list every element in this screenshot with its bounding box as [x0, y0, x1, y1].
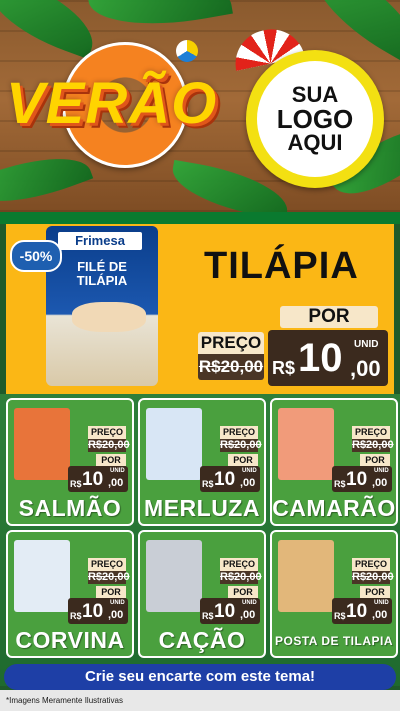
product-name: MERLUZA	[144, 495, 260, 521]
logo-line-3: AQUI	[287, 130, 343, 155]
product-image	[146, 408, 202, 480]
product-image	[14, 408, 70, 480]
product-card-salmao[interactable]: PREÇO R$20,00 POR R$ 10 ,00 UNID SALMÃO	[6, 398, 134, 526]
currency: R$	[334, 611, 346, 621]
price-decimal: ,00	[108, 609, 124, 621]
product-card-cacao[interactable]: PREÇO R$20,00 POR R$ 10 ,00 UNID CAÇÃO	[138, 530, 266, 658]
por-label: POR	[96, 586, 126, 598]
currency: R$	[70, 479, 82, 489]
divider-band	[0, 212, 400, 224]
disclaimer: *Imagens Meramente Ilustrativas	[6, 696, 123, 705]
product-image	[146, 540, 202, 612]
old-price: R$20,00	[88, 439, 130, 452]
unit-label: UNID	[242, 468, 257, 474]
preco-label: PREÇO	[220, 558, 258, 571]
new-price: R$ 10 ,00 UNID	[68, 598, 128, 624]
product-name: CORVINA	[15, 627, 125, 653]
palm-leaf-icon	[87, 0, 233, 38]
por-label: POR	[280, 306, 378, 328]
product-image	[14, 540, 70, 612]
por-label: POR	[360, 586, 390, 598]
price-integer: 10	[346, 601, 368, 622]
price-decimal: ,00	[240, 477, 256, 489]
old-price: R$20,00	[352, 439, 394, 452]
por-label: POR	[96, 454, 126, 466]
preco-label: PREÇO	[352, 426, 390, 439]
price-integer: 10	[214, 601, 236, 622]
palm-leaf-icon	[0, 0, 105, 60]
new-price: R$ 10 ,00 UNID	[200, 466, 260, 492]
price-decimal: ,00	[240, 609, 256, 621]
product-card-posta-de-tilapia[interactable]: PREÇO R$20,00 POR R$ 10 ,00 UNID POSTA D…	[270, 530, 398, 658]
product-name: CAMARÃO	[272, 495, 396, 521]
package-brand: Frimesa	[58, 232, 142, 250]
currency: R$	[334, 479, 346, 489]
preco-label: PREÇO	[352, 558, 390, 571]
product-image	[278, 408, 334, 480]
price-integer: 10	[214, 469, 236, 490]
preco-label: PREÇO	[88, 558, 126, 571]
new-price: R$ 10 ,00 UNID	[200, 598, 260, 624]
currency: R$	[202, 611, 214, 621]
price-decimal: ,00	[350, 356, 381, 381]
package-title: FILÉ DE TILÁPIA	[76, 259, 128, 288]
unit-label: UNID	[110, 468, 125, 474]
price-decimal: ,00	[372, 609, 388, 621]
new-price: UNID R$ 10 ,00	[268, 330, 388, 386]
old-price: R$20,00	[220, 439, 262, 452]
por-label: POR	[228, 586, 258, 598]
product-card-merluza[interactable]: PREÇO R$20,00 POR R$ 10 ,00 UNID MERLUZA	[138, 398, 266, 526]
old-price: R$20,00	[198, 354, 264, 380]
new-price: R$ 10 ,00 UNID	[332, 598, 392, 624]
new-price: R$ 10 ,00 UNID	[68, 466, 128, 492]
currency: R$	[70, 611, 82, 621]
logo-line-2: LOGO	[276, 104, 354, 134]
header-title: VERÃO	[6, 71, 218, 136]
logo-placeholder[interactable]: SUA LOGO AQUI	[257, 61, 373, 177]
price-integer: 10	[298, 336, 343, 380]
por-label: POR	[228, 454, 258, 466]
fish-fillet-icon	[72, 302, 146, 332]
price-decimal: ,00	[372, 477, 388, 489]
old-price: R$20,00	[352, 571, 394, 584]
price-decimal: ,00	[108, 477, 124, 489]
discount-badge: -50%	[10, 240, 62, 272]
product-name: CAÇÃO	[158, 627, 246, 653]
unit-label: UNID	[110, 600, 125, 606]
preco-label: PREÇO	[198, 332, 264, 354]
product-name: POSTA DE TILAPIA	[274, 634, 393, 648]
currency: R$	[272, 358, 296, 378]
price-integer: 10	[82, 469, 104, 490]
old-price: R$20,00	[88, 571, 130, 584]
unit-label: UNID	[374, 600, 389, 606]
new-price: R$ 10 ,00 UNID	[332, 466, 392, 492]
preco-label: PREÇO	[88, 426, 126, 439]
por-label: POR	[360, 454, 390, 466]
product-name: SALMÃO	[18, 495, 122, 521]
product-card-corvina[interactable]: PREÇO R$20,00 POR R$ 10 ,00 UNID CORVINA	[6, 530, 134, 658]
unit-label: UNID	[354, 339, 379, 350]
preco-label: PREÇO	[220, 426, 258, 439]
old-price: R$20,00	[220, 571, 262, 584]
price-integer: 10	[82, 601, 104, 622]
product-card-camarao[interactable]: PREÇO R$20,00 POR R$ 10 ,00 UNID CAMARÃO	[270, 398, 398, 526]
price-integer: 10	[346, 469, 368, 490]
unit-label: UNID	[242, 600, 257, 606]
beach-ball-icon	[176, 40, 198, 62]
product-image	[278, 540, 334, 612]
logo-line-1: SUA	[291, 82, 339, 107]
palm-leaf-icon	[0, 140, 94, 220]
featured-product-name: TILÁPIA	[204, 245, 359, 287]
cta-button[interactable]: Crie seu encarte com este tema!	[4, 664, 396, 690]
currency: R$	[202, 479, 214, 489]
unit-label: UNID	[374, 468, 389, 474]
